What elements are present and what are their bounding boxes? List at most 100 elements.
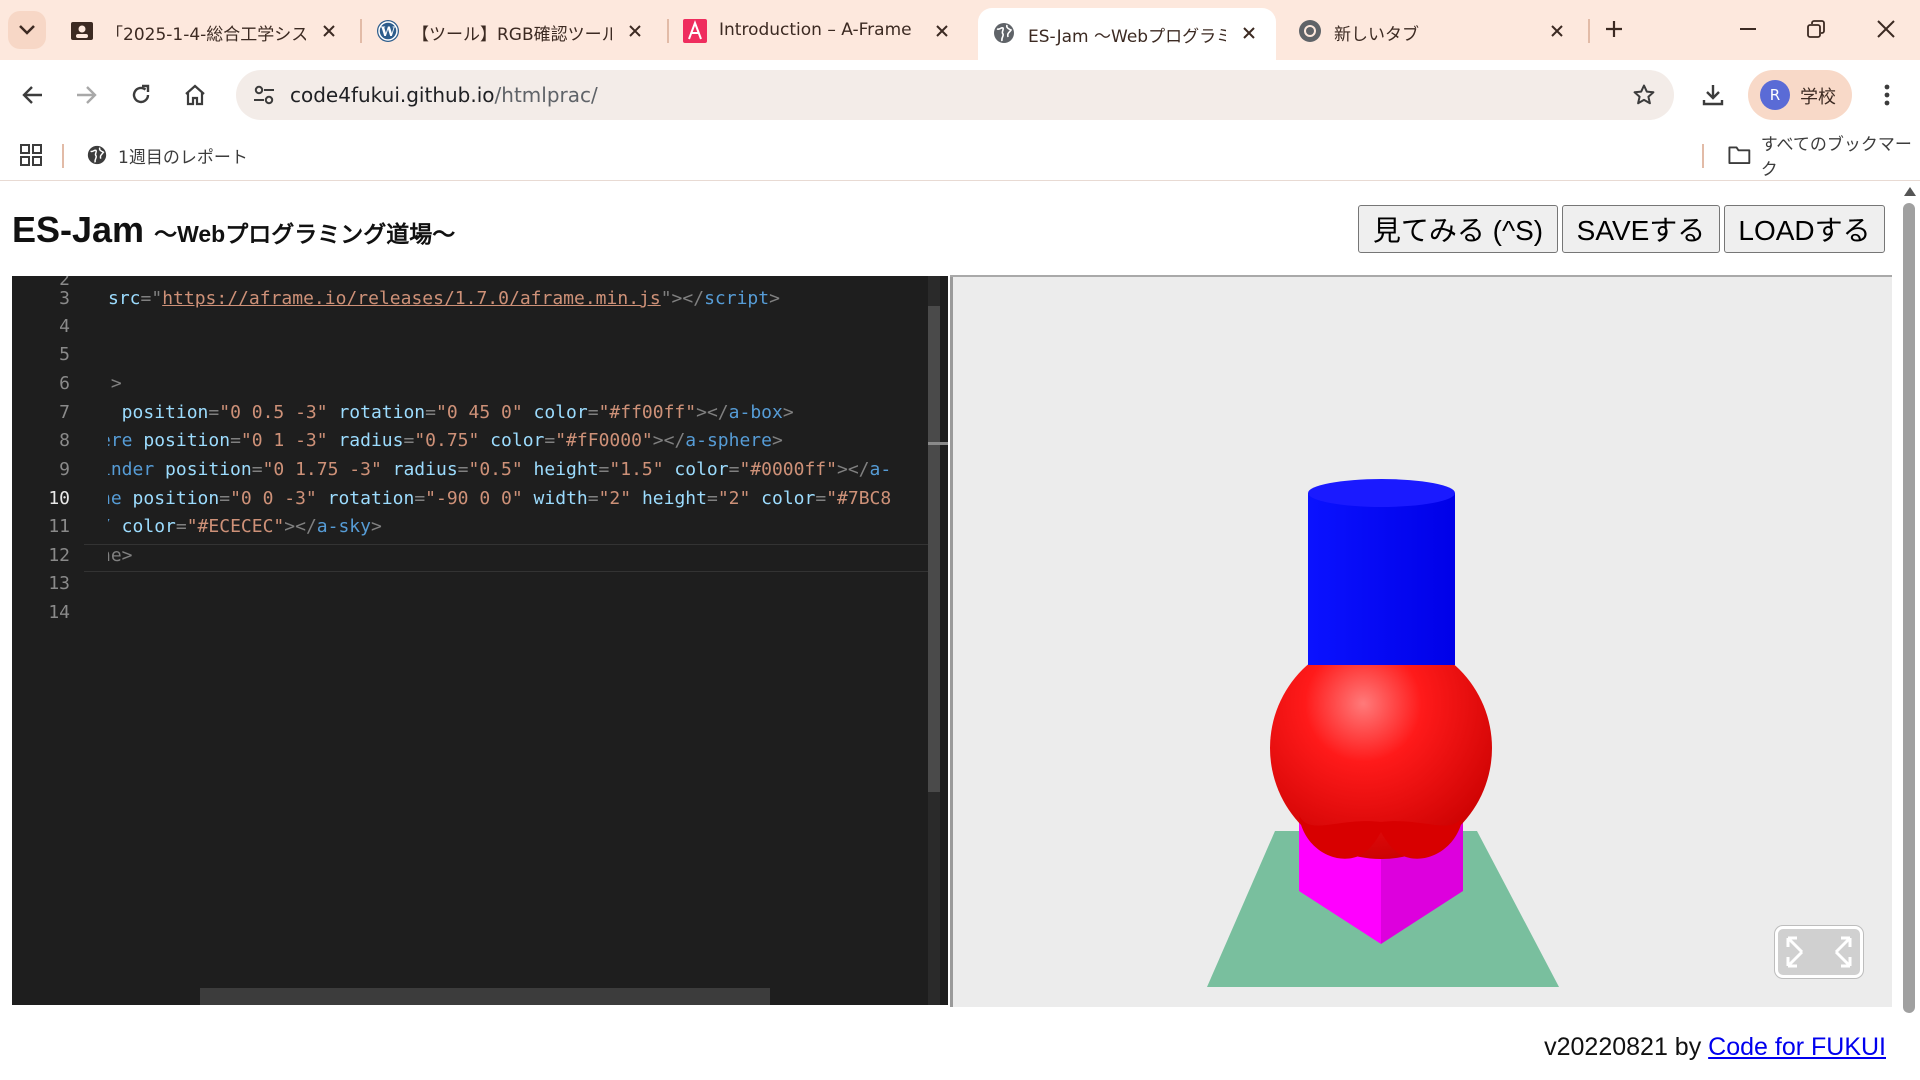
code-line: ne> [108, 545, 133, 566]
arrow-left-icon [22, 86, 42, 104]
menu-button[interactable] [1866, 74, 1908, 116]
window-close-button[interactable] [1856, 6, 1916, 52]
bookmarks-divider [62, 144, 64, 168]
tab-title: 「2025-1-4-総合工学システ [106, 25, 306, 45]
line-number: 4 [59, 316, 70, 337]
view-button[interactable]: 見てみる (^S) [1358, 205, 1558, 253]
download-icon [1702, 85, 1724, 106]
url-text[interactable]: code4fukui.github.io/htmlprac/ [290, 83, 598, 107]
code-line: : position="0 0.5 -3" rotation="0 45 0" … [108, 402, 794, 423]
new-tab-button[interactable] [1596, 11, 1632, 47]
tab-title: ES-Jam 〜Webプログラミン [1028, 27, 1226, 47]
tab-rgb-tool[interactable]: W 【ツール】RGB確認ツール – N [362, 6, 662, 56]
tab-new-tab[interactable]: 新しいタブ [1284, 6, 1584, 56]
tab-search-button[interactable] [8, 11, 46, 49]
site-settings-icon[interactable] [246, 77, 282, 113]
fullscreen-icon [1786, 936, 1852, 968]
restore-button[interactable] [1786, 6, 1846, 52]
line-number: 8 [59, 430, 70, 451]
bookmarks-divider [1702, 144, 1704, 168]
globe-icon [87, 145, 107, 165]
plus-icon [1606, 21, 1622, 37]
tab-title: 【ツール】RGB確認ツール – N [412, 25, 612, 45]
code-line: ere position="0 1 -3" radius="0.75" colo… [108, 430, 783, 451]
line-number: 6 [59, 373, 70, 394]
code-line: src="https://aframe.io/releases/1.7.0/af… [108, 288, 780, 309]
scene-preview[interactable] [950, 277, 1892, 1007]
arrow-right-icon [77, 86, 97, 104]
code-line: inder position="0 1.75 -3" radius="0.5" … [108, 459, 892, 480]
close-icon[interactable] [1544, 18, 1570, 44]
save-button[interactable]: SAVEする [1562, 205, 1720, 253]
page-vertical-scrollbar[interactable] [1898, 181, 1920, 1080]
address-bar[interactable]: code4fukui.github.io/htmlprac/ [236, 70, 1674, 120]
profile-button[interactable]: R 学校 [1748, 70, 1852, 120]
app-name: ES-Jam [12, 209, 145, 250]
close-icon[interactable] [929, 18, 955, 44]
tab-title: Introduction – A-Frame [719, 20, 912, 40]
code-line-current: ne position="0 0 -3" rotation="-90 0 0" … [108, 488, 892, 509]
kebab-menu-icon [1884, 84, 1890, 106]
chrome-icon [1298, 19, 1322, 43]
close-icon[interactable] [622, 18, 648, 44]
code-line: :> [108, 373, 122, 394]
page-scroll-thumb[interactable] [1903, 203, 1915, 1013]
line-number: 5 [59, 344, 70, 365]
code-editor[interactable]: 2 3 4 5 6 7 8 9 10 11 12 13 14 src="http… [12, 276, 948, 1005]
reload-icon [132, 84, 150, 104]
browser-toolbar: code4fukui.github.io/htmlprac/ R 学校 [0, 60, 1920, 130]
line-number: 11 [48, 516, 70, 537]
wordpress-icon: W [376, 19, 400, 43]
aframe-icon [683, 19, 707, 43]
forward-button[interactable] [65, 74, 107, 116]
apps-grid-icon[interactable] [16, 140, 46, 170]
bookmark-label: 1週目のレポート [118, 147, 248, 168]
all-bookmarks-label: すべてのブックマーク [1760, 135, 1912, 180]
footer-version: v20220821 by [1544, 1033, 1709, 1061]
home-button[interactable] [174, 74, 216, 116]
url-host: code4fukui.github.io [290, 83, 495, 107]
line-number: 12 [48, 545, 70, 566]
line-number: 7 [59, 402, 70, 423]
reload-button[interactable] [120, 74, 162, 116]
close-icon [1877, 20, 1895, 38]
minimize-button[interactable] [1718, 6, 1778, 52]
all-bookmarks-button[interactable]: すべてのブックマーク [1728, 135, 1920, 180]
line-number-gutter: 2 3 4 5 6 7 8 9 10 11 12 13 14 [12, 276, 84, 1005]
bookmarks-bar: 1週目のレポート すべてのブックマーク [0, 130, 1920, 181]
page-title: ES-Jam 〜Webプログラミング道場〜 [12, 209, 455, 251]
tab-es-jam[interactable]: ES-Jam 〜Webプログラミン [978, 8, 1276, 60]
restore-icon [1807, 20, 1825, 38]
app-subtitle: 〜Webプログラミング道場〜 [154, 221, 456, 247]
editor-horizontal-scroll-thumb[interactable] [200, 988, 770, 1005]
tab-strip: 「2025-1-4-総合工学システ W 【ツール】RGB確認ツール – N In… [0, 0, 1920, 60]
cylinder-body [1308, 493, 1455, 665]
line-number: 13 [48, 573, 70, 594]
scroll-up-arrow-icon[interactable] [1904, 187, 1916, 196]
minimize-icon [1740, 28, 1756, 30]
bookmark-star-icon[interactable] [1628, 79, 1660, 111]
back-button[interactable] [12, 74, 54, 116]
tab-classroom[interactable]: 「2025-1-4-総合工学システ [56, 6, 356, 56]
folder-icon [1728, 146, 1751, 164]
close-icon[interactable] [316, 18, 342, 44]
close-icon[interactable] [1236, 20, 1262, 46]
line-number: 14 [48, 602, 70, 623]
downloads-button[interactable] [1692, 74, 1734, 116]
editor-vertical-scroll-thumb[interactable] [928, 306, 940, 792]
globe-icon [992, 21, 1016, 45]
editor-scroll-marker [928, 442, 948, 445]
browser-chrome: 「2025-1-4-総合工学システ W 【ツール】RGB確認ツール – N In… [0, 0, 1920, 181]
code-for-fukui-link[interactable]: Code for FUKUI [1708, 1033, 1886, 1061]
home-icon [185, 84, 205, 106]
tab-divider [1588, 19, 1590, 43]
aframe-scene [1207, 479, 1559, 987]
bookmark-item[interactable]: 1週目のレポート [86, 138, 248, 172]
line-number: 9 [59, 459, 70, 480]
tab-title: 新しいタブ [1334, 25, 1419, 45]
tab-aframe-intro[interactable]: Introduction – A-Frame [669, 6, 969, 56]
cylinder-top [1308, 479, 1455, 507]
fullscreen-button[interactable] [1775, 926, 1863, 978]
load-button[interactable]: LOADする [1724, 205, 1885, 253]
code-text-area[interactable]: src="https://aframe.io/releases/1.7.0/af… [108, 276, 940, 1005]
